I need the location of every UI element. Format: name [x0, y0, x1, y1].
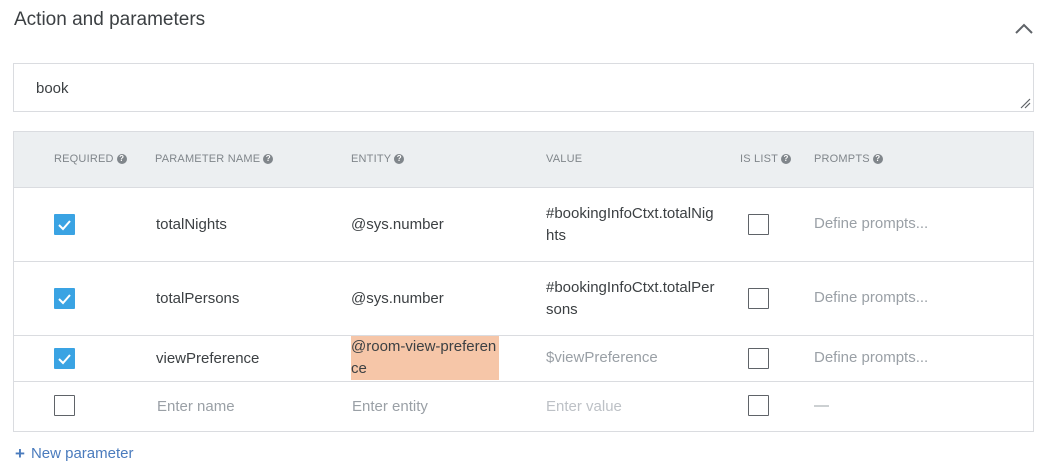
parameter-name[interactable]: viewPreference — [156, 348, 259, 370]
parameter-name[interactable]: totalNights — [156, 214, 227, 236]
header-prompts: PROMPTS? — [814, 153, 883, 165]
define-prompts-link[interactable]: Define prompts... — [814, 213, 928, 235]
help-icon[interactable]: ? — [394, 154, 405, 164]
is-list-checkbox[interactable] — [748, 348, 769, 369]
define-prompts-link[interactable]: Define prompts... — [814, 347, 928, 369]
help-icon[interactable]: ? — [781, 154, 792, 164]
parameter-value[interactable]: $viewPreference — [546, 347, 658, 369]
table-header: REQUIRED? PARAMETER NAME? ENTITY? VALUE … — [14, 132, 1033, 188]
header-is-list: IS LIST? — [740, 153, 792, 165]
required-checkbox[interactable] — [54, 214, 75, 235]
entity-highlight: @room-view-preference — [351, 336, 499, 380]
check-icon — [58, 294, 71, 305]
table-row: viewPreference @room-view-preference $vi… — [14, 336, 1033, 382]
header-value: VALUE — [546, 153, 583, 165]
entity-value[interactable]: @sys.number — [351, 288, 444, 310]
define-prompts-link[interactable]: Define prompts... — [814, 287, 928, 309]
header-required: REQUIRED? — [54, 153, 127, 165]
plus-icon: + — [15, 444, 25, 463]
resize-handle-icon[interactable] — [1020, 98, 1031, 109]
name-input[interactable]: Enter name — [157, 396, 235, 418]
new-parameter-row: Enter name Enter entity Enter value — — [14, 382, 1033, 431]
header-entity: ENTITY? — [351, 153, 405, 165]
check-icon — [58, 354, 71, 365]
parameter-value[interactable]: #bookingInfoCtxt.totalNights — [546, 203, 716, 247]
prompts-empty: — — [814, 397, 829, 414]
required-checkbox[interactable] — [54, 348, 75, 369]
collapse-button[interactable] — [1010, 16, 1038, 42]
is-list-checkbox[interactable] — [748, 395, 769, 416]
entity-value-cell[interactable]: @room-view-preference — [351, 336, 499, 380]
help-icon[interactable]: ? — [116, 154, 127, 164]
new-parameter-button[interactable]: + New parameter — [15, 445, 133, 462]
is-list-checkbox[interactable] — [748, 214, 769, 235]
required-checkbox[interactable] — [54, 395, 75, 416]
action-field — [13, 63, 1034, 112]
parameters-table: REQUIRED? PARAMETER NAME? ENTITY? VALUE … — [13, 131, 1034, 432]
action-input[interactable] — [14, 64, 1033, 111]
entity-value[interactable]: @sys.number — [351, 214, 444, 236]
new-parameter-label: New parameter — [30, 445, 134, 462]
help-icon[interactable]: ? — [872, 154, 883, 164]
parameter-value[interactable]: #bookingInfoCtxt.totalPersons — [546, 277, 716, 321]
check-icon — [58, 220, 71, 231]
value-input[interactable]: Enter value — [546, 396, 622, 418]
is-list-checkbox[interactable] — [748, 288, 769, 309]
section-title: Action and parameters — [14, 9, 206, 30]
required-checkbox[interactable] — [54, 288, 75, 309]
entity-input[interactable]: Enter entity — [352, 396, 428, 418]
table-row: totalNights @sys.number #bookingInfoCtxt… — [14, 188, 1033, 262]
chevron-up-icon — [1015, 23, 1033, 34]
table-row: totalPersons @sys.number #bookingInfoCtx… — [14, 262, 1033, 336]
header-parameter-name: PARAMETER NAME? — [155, 153, 274, 165]
help-icon[interactable]: ? — [263, 154, 274, 164]
parameter-name[interactable]: totalPersons — [156, 288, 239, 310]
